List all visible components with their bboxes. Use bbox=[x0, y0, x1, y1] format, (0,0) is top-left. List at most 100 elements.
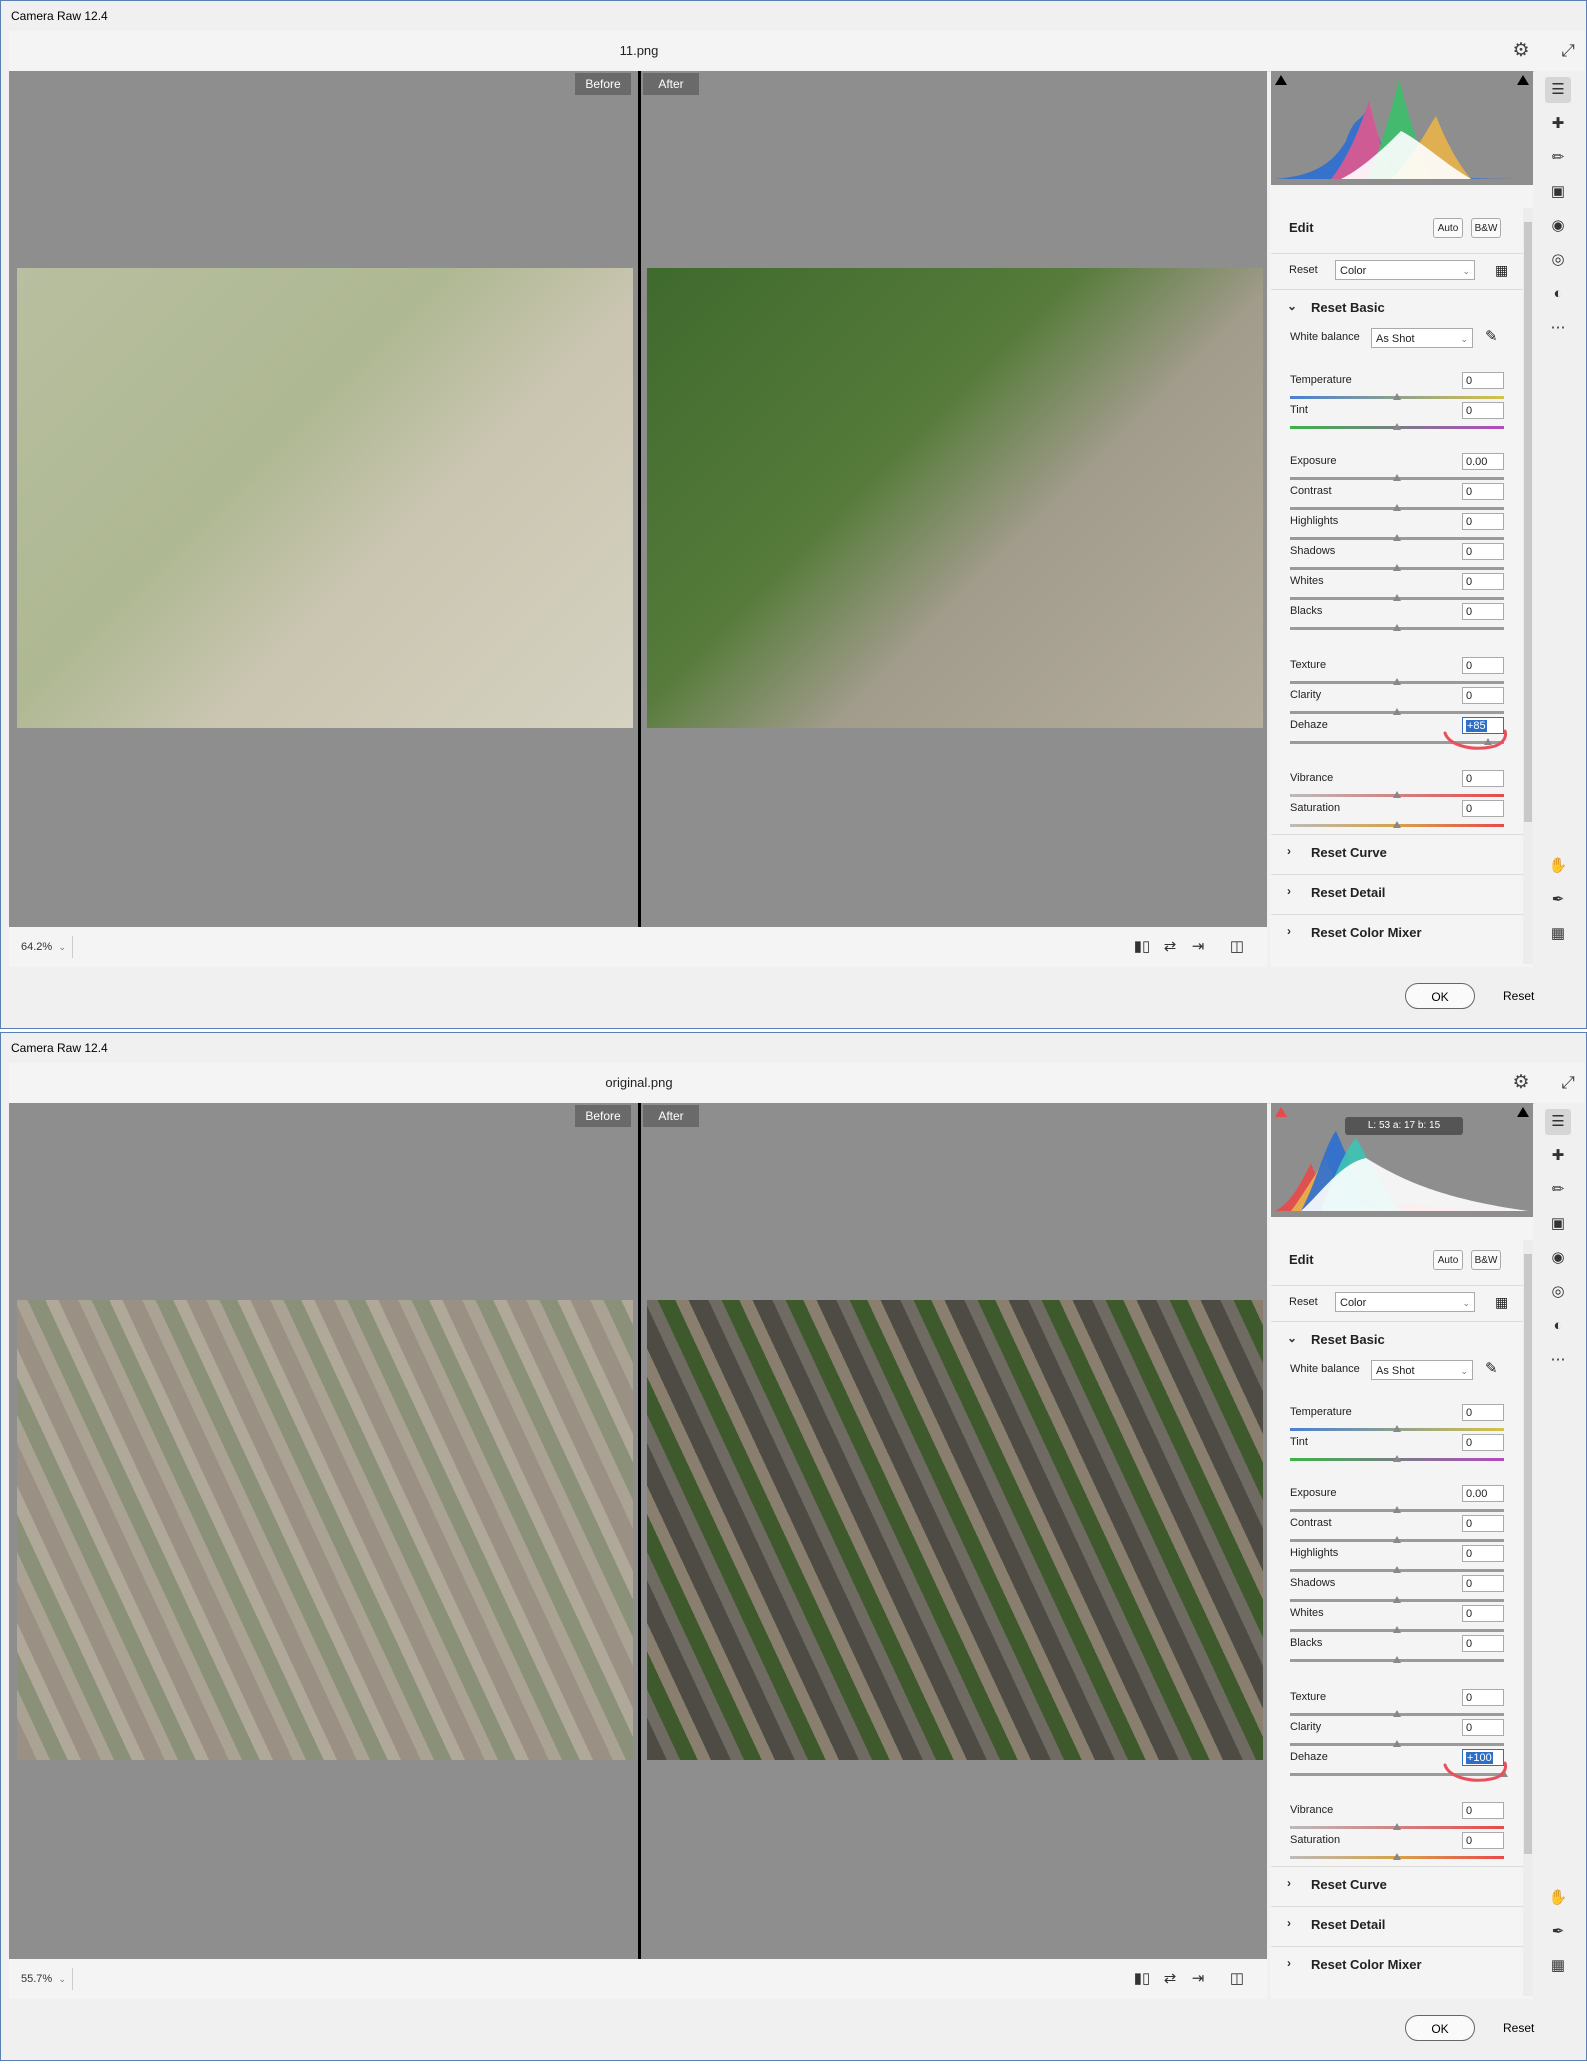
contrast-slider-thumb[interactable] bbox=[1393, 1536, 1401, 1543]
blacks-slider-thumb[interactable] bbox=[1393, 1656, 1401, 1663]
whites-slider-thumb[interactable] bbox=[1393, 1626, 1401, 1633]
scrollbar-thumb[interactable] bbox=[1524, 1254, 1532, 1854]
ok-button[interactable]: OK bbox=[1405, 2015, 1475, 2041]
tint-value-field[interactable]: 0 bbox=[1462, 1434, 1504, 1451]
swap-icon[interactable]: ⇄ bbox=[1159, 1969, 1181, 1989]
highlight-clipping-icon[interactable] bbox=[1517, 1107, 1529, 1117]
saturation-slider-thumb[interactable] bbox=[1393, 821, 1401, 828]
exposure-value-field[interactable]: 0.00 bbox=[1462, 1485, 1504, 1502]
grid-overlay-icon[interactable]: ▦ bbox=[1545, 921, 1571, 947]
grid-overlay-icon[interactable]: ▦ bbox=[1545, 1953, 1571, 1979]
blacks-slider-thumb[interactable] bbox=[1393, 624, 1401, 631]
contrast-slider-thumb[interactable] bbox=[1393, 504, 1401, 511]
texture-value-field[interactable]: 0 bbox=[1462, 1689, 1504, 1706]
basic-section-header[interactable]: ⌄ Reset Basic bbox=[1271, 1321, 1523, 1360]
zoom-level[interactable]: 64.2% ⌄ bbox=[15, 936, 73, 958]
vibrance-value-field[interactable]: 0 bbox=[1462, 770, 1504, 787]
saturation-slider-thumb[interactable] bbox=[1393, 1853, 1401, 1860]
white-balance-select[interactable]: As Shot ⌄ bbox=[1371, 1360, 1473, 1380]
clarity-slider-thumb[interactable] bbox=[1393, 708, 1401, 715]
saturation-value-field[interactable]: 0 bbox=[1462, 800, 1504, 817]
section-header-reset-curve[interactable]: › Reset Curve bbox=[1271, 1866, 1523, 1905]
fullscreen-icon[interactable]: ⤢ bbox=[1556, 1071, 1580, 1095]
clarity-value-field[interactable]: 0 bbox=[1462, 687, 1504, 704]
vibrance-value-field[interactable]: 0 bbox=[1462, 1802, 1504, 1819]
exposure-slider-thumb[interactable] bbox=[1393, 474, 1401, 481]
zoom-level[interactable]: 55.7% ⌄ bbox=[15, 1968, 73, 1990]
profile-browser-icon[interactable]: ▦ bbox=[1495, 262, 1508, 279]
contrast-value-field[interactable]: 0 bbox=[1462, 483, 1504, 500]
gradient-tool-icon[interactable]: ▣ bbox=[1545, 179, 1571, 205]
hand-tool-icon[interactable]: ✋ bbox=[1545, 1885, 1571, 1911]
toggle-view-icon[interactable]: ◫ bbox=[1226, 937, 1248, 957]
blacks-value-field[interactable]: 0 bbox=[1462, 603, 1504, 620]
highlights-value-field[interactable]: 0 bbox=[1462, 513, 1504, 530]
clarity-slider-thumb[interactable] bbox=[1393, 1740, 1401, 1747]
radial-filter-icon[interactable]: ◉ bbox=[1545, 213, 1571, 239]
compare-view-icon[interactable]: ▮▯ bbox=[1131, 937, 1153, 957]
hand-tool-icon[interactable]: ✋ bbox=[1545, 853, 1571, 879]
eyedropper-icon[interactable]: ✎ bbox=[1485, 327, 1498, 345]
shadow-clipping-icon[interactable] bbox=[1275, 1107, 1287, 1117]
fullscreen-icon[interactable]: ⤢ bbox=[1556, 39, 1580, 63]
brush-tool-icon[interactable]: ✏ bbox=[1545, 1177, 1571, 1203]
presets-icon[interactable]: ◐ bbox=[1545, 1313, 1571, 1339]
highlights-slider-thumb[interactable] bbox=[1393, 534, 1401, 541]
section-header-reset-color-mixer[interactable]: › Reset Color Mixer bbox=[1271, 914, 1523, 953]
texture-slider-thumb[interactable] bbox=[1393, 678, 1401, 685]
gear-icon[interactable]: ⚙ bbox=[1509, 1071, 1533, 1095]
panel-scrollbar[interactable] bbox=[1523, 208, 1533, 964]
temperature-value-field[interactable]: 0 bbox=[1462, 372, 1504, 389]
red-eye-icon[interactable]: ◎ bbox=[1545, 247, 1571, 273]
section-header-reset-color-mixer[interactable]: › Reset Color Mixer bbox=[1271, 1946, 1523, 1985]
healing-tool-icon[interactable]: ✚ bbox=[1545, 111, 1571, 137]
toggle-view-icon[interactable]: ◫ bbox=[1226, 1969, 1248, 1989]
vibrance-slider-thumb[interactable] bbox=[1393, 791, 1401, 798]
whites-value-field[interactable]: 0 bbox=[1462, 573, 1504, 590]
shadows-slider-thumb[interactable] bbox=[1393, 564, 1401, 571]
whites-value-field[interactable]: 0 bbox=[1462, 1605, 1504, 1622]
tint-slider-thumb[interactable] bbox=[1393, 1455, 1401, 1462]
scrollbar-thumb[interactable] bbox=[1524, 222, 1532, 822]
gear-icon[interactable]: ⚙ bbox=[1509, 39, 1533, 63]
temperature-slider-thumb[interactable] bbox=[1393, 393, 1401, 400]
whites-slider-thumb[interactable] bbox=[1393, 594, 1401, 601]
edit-tool-icon[interactable]: ☰ bbox=[1545, 77, 1571, 103]
bw-button[interactable]: B&W bbox=[1471, 1250, 1501, 1270]
profile-select[interactable]: Color ⌄ bbox=[1335, 1292, 1475, 1312]
red-eye-icon[interactable]: ◎ bbox=[1545, 1279, 1571, 1305]
more-icon[interactable]: ⋯ bbox=[1545, 1347, 1571, 1373]
basic-section-header[interactable]: ⌄ Reset Basic bbox=[1271, 289, 1523, 328]
presets-icon[interactable]: ◐ bbox=[1545, 281, 1571, 307]
highlights-value-field[interactable]: 0 bbox=[1462, 1545, 1504, 1562]
blacks-value-field[interactable]: 0 bbox=[1462, 1635, 1504, 1652]
reset-button[interactable]: Reset bbox=[1503, 2015, 1534, 2041]
panel-scrollbar[interactable] bbox=[1523, 1240, 1533, 1996]
auto-button[interactable]: Auto bbox=[1433, 1250, 1463, 1270]
texture-slider-thumb[interactable] bbox=[1393, 1710, 1401, 1717]
tint-value-field[interactable]: 0 bbox=[1462, 402, 1504, 419]
gradient-tool-icon[interactable]: ▣ bbox=[1545, 1211, 1571, 1237]
vibrance-slider-thumb[interactable] bbox=[1393, 1823, 1401, 1830]
more-icon[interactable]: ⋯ bbox=[1545, 315, 1571, 341]
tint-slider-thumb[interactable] bbox=[1393, 423, 1401, 430]
temperature-value-field[interactable]: 0 bbox=[1462, 1404, 1504, 1421]
radial-filter-icon[interactable]: ◉ bbox=[1545, 1245, 1571, 1271]
healing-tool-icon[interactable]: ✚ bbox=[1545, 1143, 1571, 1169]
exposure-value-field[interactable]: 0.00 bbox=[1462, 453, 1504, 470]
white-balance-select[interactable]: As Shot ⌄ bbox=[1371, 328, 1473, 348]
texture-value-field[interactable]: 0 bbox=[1462, 657, 1504, 674]
eyedropper-icon[interactable]: ✎ bbox=[1485, 1359, 1498, 1377]
brush-tool-icon[interactable]: ✏ bbox=[1545, 145, 1571, 171]
reset-button[interactable]: Reset bbox=[1503, 983, 1534, 1009]
copy-settings-icon[interactable]: ⇥ bbox=[1187, 1969, 1209, 1989]
color-sampler-icon[interactable]: ✒ bbox=[1545, 1919, 1571, 1945]
section-header-reset-detail[interactable]: › Reset Detail bbox=[1271, 874, 1523, 913]
exposure-slider-thumb[interactable] bbox=[1393, 1506, 1401, 1513]
edit-tool-icon[interactable]: ☰ bbox=[1545, 1109, 1571, 1135]
profile-select[interactable]: Color ⌄ bbox=[1335, 260, 1475, 280]
compare-view-icon[interactable]: ▮▯ bbox=[1131, 1969, 1153, 1989]
shadows-slider-thumb[interactable] bbox=[1393, 1596, 1401, 1603]
color-sampler-icon[interactable]: ✒ bbox=[1545, 887, 1571, 913]
copy-settings-icon[interactable]: ⇥ bbox=[1187, 937, 1209, 957]
